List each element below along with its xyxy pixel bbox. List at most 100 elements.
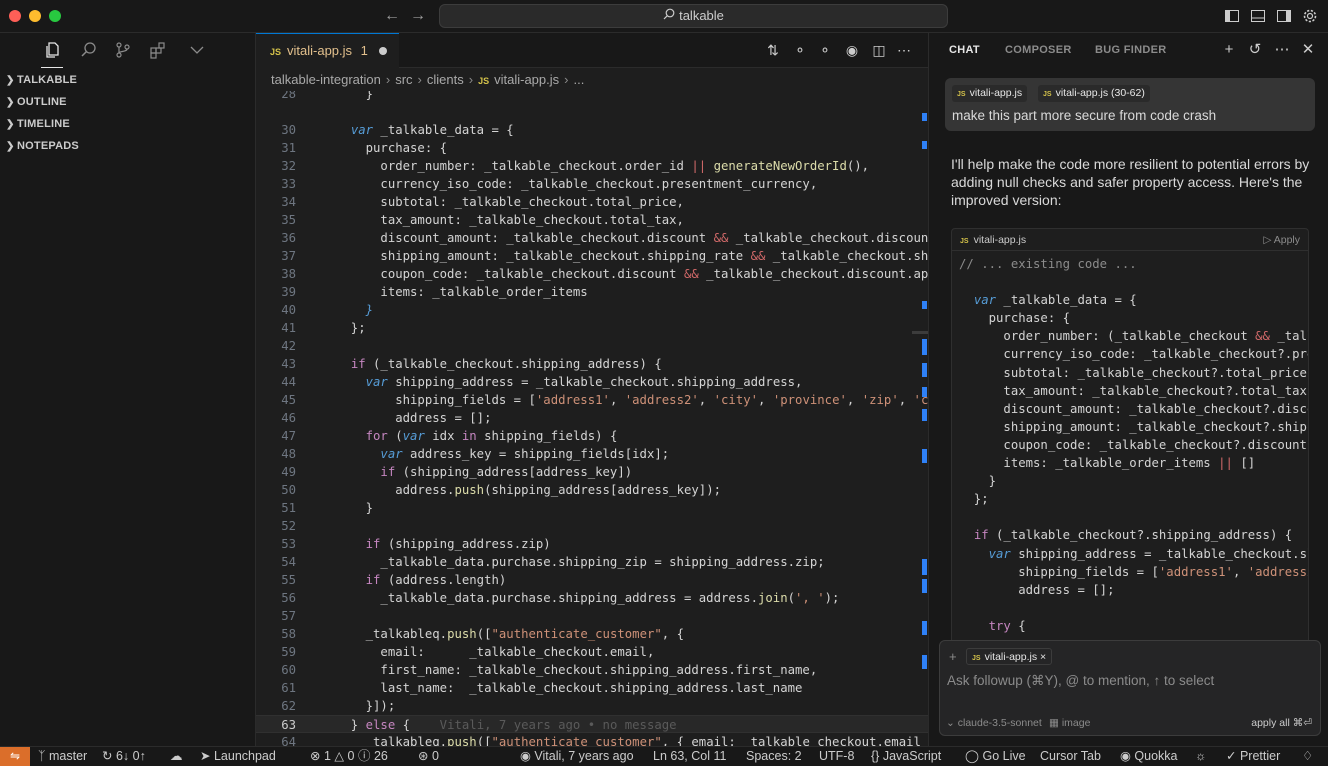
open-changes-icon[interactable]: ⇅ (765, 42, 781, 58)
unsaved-dot-icon[interactable] (379, 47, 387, 55)
suggested-code-block: JS vitali-app.js ▷ Apply // ... existing … (951, 228, 1309, 648)
tab-chat[interactable]: CHAT (949, 44, 980, 56)
forward-arrow-icon[interactable]: → (410, 7, 426, 25)
zoom-window-button[interactable] (49, 10, 61, 22)
code-line: 51 } (281, 501, 374, 515)
section-notepads[interactable]: ❯ NOTEPADS (0, 135, 255, 157)
code-line: 45 shipping_fields = ['address1', 'addre… (281, 393, 928, 407)
section-outline[interactable]: ❯ OUTLINE (0, 91, 255, 113)
cursor-position[interactable]: Ln 63, Col 11 (653, 747, 726, 766)
command-center-search[interactable]: talkable (439, 4, 948, 28)
attach-image-button[interactable]: ▦ image (1049, 717, 1090, 729)
prettier-indicator[interactable]: ✓ Prettier (1226, 747, 1280, 766)
user-message[interactable]: JS vitali-app.js JS vitali-app.js (30-62) … (945, 78, 1315, 131)
code-line: 56 _talkable_data.purchase.shipping_addr… (281, 591, 840, 605)
model-selector[interactable]: ⌄ claude-3.5-sonnet (946, 717, 1042, 729)
activity-bar (0, 33, 255, 69)
play-icon: ▷ (1263, 234, 1272, 246)
split-editor-icon[interactable]: ◫ (871, 42, 887, 58)
quokka-indicator[interactable]: ◉ Quokka (1120, 747, 1178, 766)
tab-label: vitali-app.js (287, 43, 353, 58)
code-line: 37 shipping_amount: _talkable_checkout.s… (281, 249, 928, 263)
quokka-icon[interactable]: ◉ (844, 42, 860, 58)
context-pill[interactable]: JS vitali-app.js × (966, 648, 1053, 665)
context-pill[interactable]: JS vitali-app.js (952, 85, 1028, 102)
tab-composer[interactable]: COMPOSER (1005, 44, 1072, 56)
sync-status-icon[interactable]: ☁ (170, 747, 183, 766)
chevron-right-icon: ❯ (6, 141, 15, 152)
toggle-primary-sidebar-icon[interactable] (1224, 8, 1240, 24)
extensions-icon[interactable] (149, 41, 169, 61)
code-line: 41 }; (281, 321, 366, 335)
source-control-icon[interactable] (114, 41, 134, 61)
chevron-down-icon[interactable] (188, 41, 208, 61)
previous-change-icon[interactable]: ⚬ (792, 42, 808, 58)
new-chat-icon[interactable]: + (1221, 42, 1237, 58)
close-window-button[interactable] (9, 10, 21, 22)
close-icon[interactable]: × (1040, 651, 1046, 663)
code-line: 64 _talkableq.push(["authenticate_custom… (281, 735, 921, 746)
remote-indicator-icon[interactable]: ⇋ (0, 747, 30, 766)
code-line: 54 _talkable_data.purchase.shipping_zip … (281, 555, 825, 569)
section-timeline[interactable]: ❯ TIMELINE (0, 113, 255, 135)
problems-indicator[interactable]: ⊗ 1 △ 0 ⓘ 26 (310, 747, 388, 766)
tab-vitali-app-js[interactable]: JS vitali-app.js 1 (256, 33, 399, 68)
language-mode[interactable]: {} JavaScript (871, 747, 941, 766)
copilot-icon[interactable]: ☼ (1195, 747, 1206, 766)
code-line: 52 (281, 519, 296, 533)
javascript-file-icon: JS (1043, 91, 1052, 98)
search-icon[interactable] (80, 41, 100, 61)
indentation[interactable]: Spaces: 2 (746, 747, 802, 766)
chat-input-box[interactable]: + JS vitali-app.js × Ask followup (⌘Y), @… (939, 640, 1321, 736)
code-editor[interactable]: 28 } 30 var _talkable_data = { 31 purcha… (256, 91, 928, 746)
apply-button[interactable]: ▷ Apply (1263, 229, 1300, 251)
code-line: 36 discount_amount: _talkable_checkout.d… (281, 231, 928, 245)
context-pill[interactable]: JS vitali-app.js (30-62) (1038, 85, 1150, 102)
chat-input-field[interactable]: Ask followup (⌘Y), @ to mention, ↑ to se… (947, 673, 1214, 689)
ports-indicator[interactable]: ⊛ 0 (418, 747, 439, 766)
more-actions-icon[interactable]: ⋯ (1274, 42, 1290, 58)
encoding[interactable]: UTF-8 (819, 747, 854, 766)
go-live-button[interactable]: ◯ Go Live (965, 747, 1026, 766)
breadcrumb-item[interactable]: src (395, 72, 412, 87)
breadcrumb-item[interactable]: vitali-app.js (494, 72, 559, 87)
code-line: 28 } (281, 91, 374, 101)
branch-indicator[interactable]: ᛉ master (38, 747, 87, 766)
files-icon[interactable] (44, 41, 64, 61)
change-marker (922, 363, 927, 377)
back-arrow-icon[interactable]: ← (384, 7, 400, 25)
minimize-window-button[interactable] (29, 10, 41, 22)
change-marker (922, 559, 927, 575)
breadcrumb-item[interactable]: talkable-integration (271, 72, 381, 87)
change-marker (922, 113, 927, 121)
notifications-bell-icon[interactable]: ♢ (1302, 747, 1313, 766)
toggle-secondary-sidebar-icon[interactable] (1276, 8, 1292, 24)
close-icon[interactable]: ✕ (1300, 42, 1316, 58)
launchpad-button[interactable]: ➤ Launchpad (200, 747, 276, 766)
toggle-panel-icon[interactable] (1250, 8, 1266, 24)
apply-all-button[interactable]: apply all ⌘⏎ (1251, 717, 1312, 729)
tab-bug-finder[interactable]: BUG FINDER (1095, 44, 1166, 56)
code-block-content[interactable]: // ... existing code ... var _talkable_d… (959, 255, 1308, 635)
git-blame-indicator[interactable]: ◉ Vitali, 7 years ago (520, 747, 634, 766)
primary-sidebar: ❯ TALKABLE ❯ OUTLINE ❯ TIMELINE ❯ NOTEPADS (0, 33, 256, 746)
code-line: 42 (281, 339, 296, 353)
gear-icon[interactable] (1302, 8, 1318, 24)
more-actions-icon[interactable]: ⋯ (896, 42, 912, 58)
section-talkable[interactable]: ❯ TALKABLE (0, 69, 255, 91)
change-marker (922, 655, 927, 669)
change-marker (922, 301, 927, 309)
code-line: 34 subtotal: _talkable_checkout.total_pr… (281, 195, 684, 209)
code-line: 55 if (address.length) (281, 573, 507, 587)
code-line: 48 var address_key = shipping_fields[idx… (281, 447, 670, 461)
breadcrumb-item[interactable]: ... (573, 72, 584, 87)
sync-indicator[interactable]: ↻ 6↓ 0↑ (102, 747, 146, 766)
cursor-tab-toggle[interactable]: Cursor Tab (1040, 747, 1101, 766)
next-change-icon[interactable]: ⚬ (817, 42, 833, 58)
history-icon[interactable]: ↺ (1247, 42, 1263, 58)
code-line: 53 if (shipping_address.zip) (281, 537, 551, 551)
add-context-icon[interactable]: + (949, 649, 957, 664)
broadcast-icon: ◯ (965, 749, 979, 763)
breadcrumb-item[interactable]: clients (427, 72, 464, 87)
braces-icon: {} (871, 749, 880, 763)
